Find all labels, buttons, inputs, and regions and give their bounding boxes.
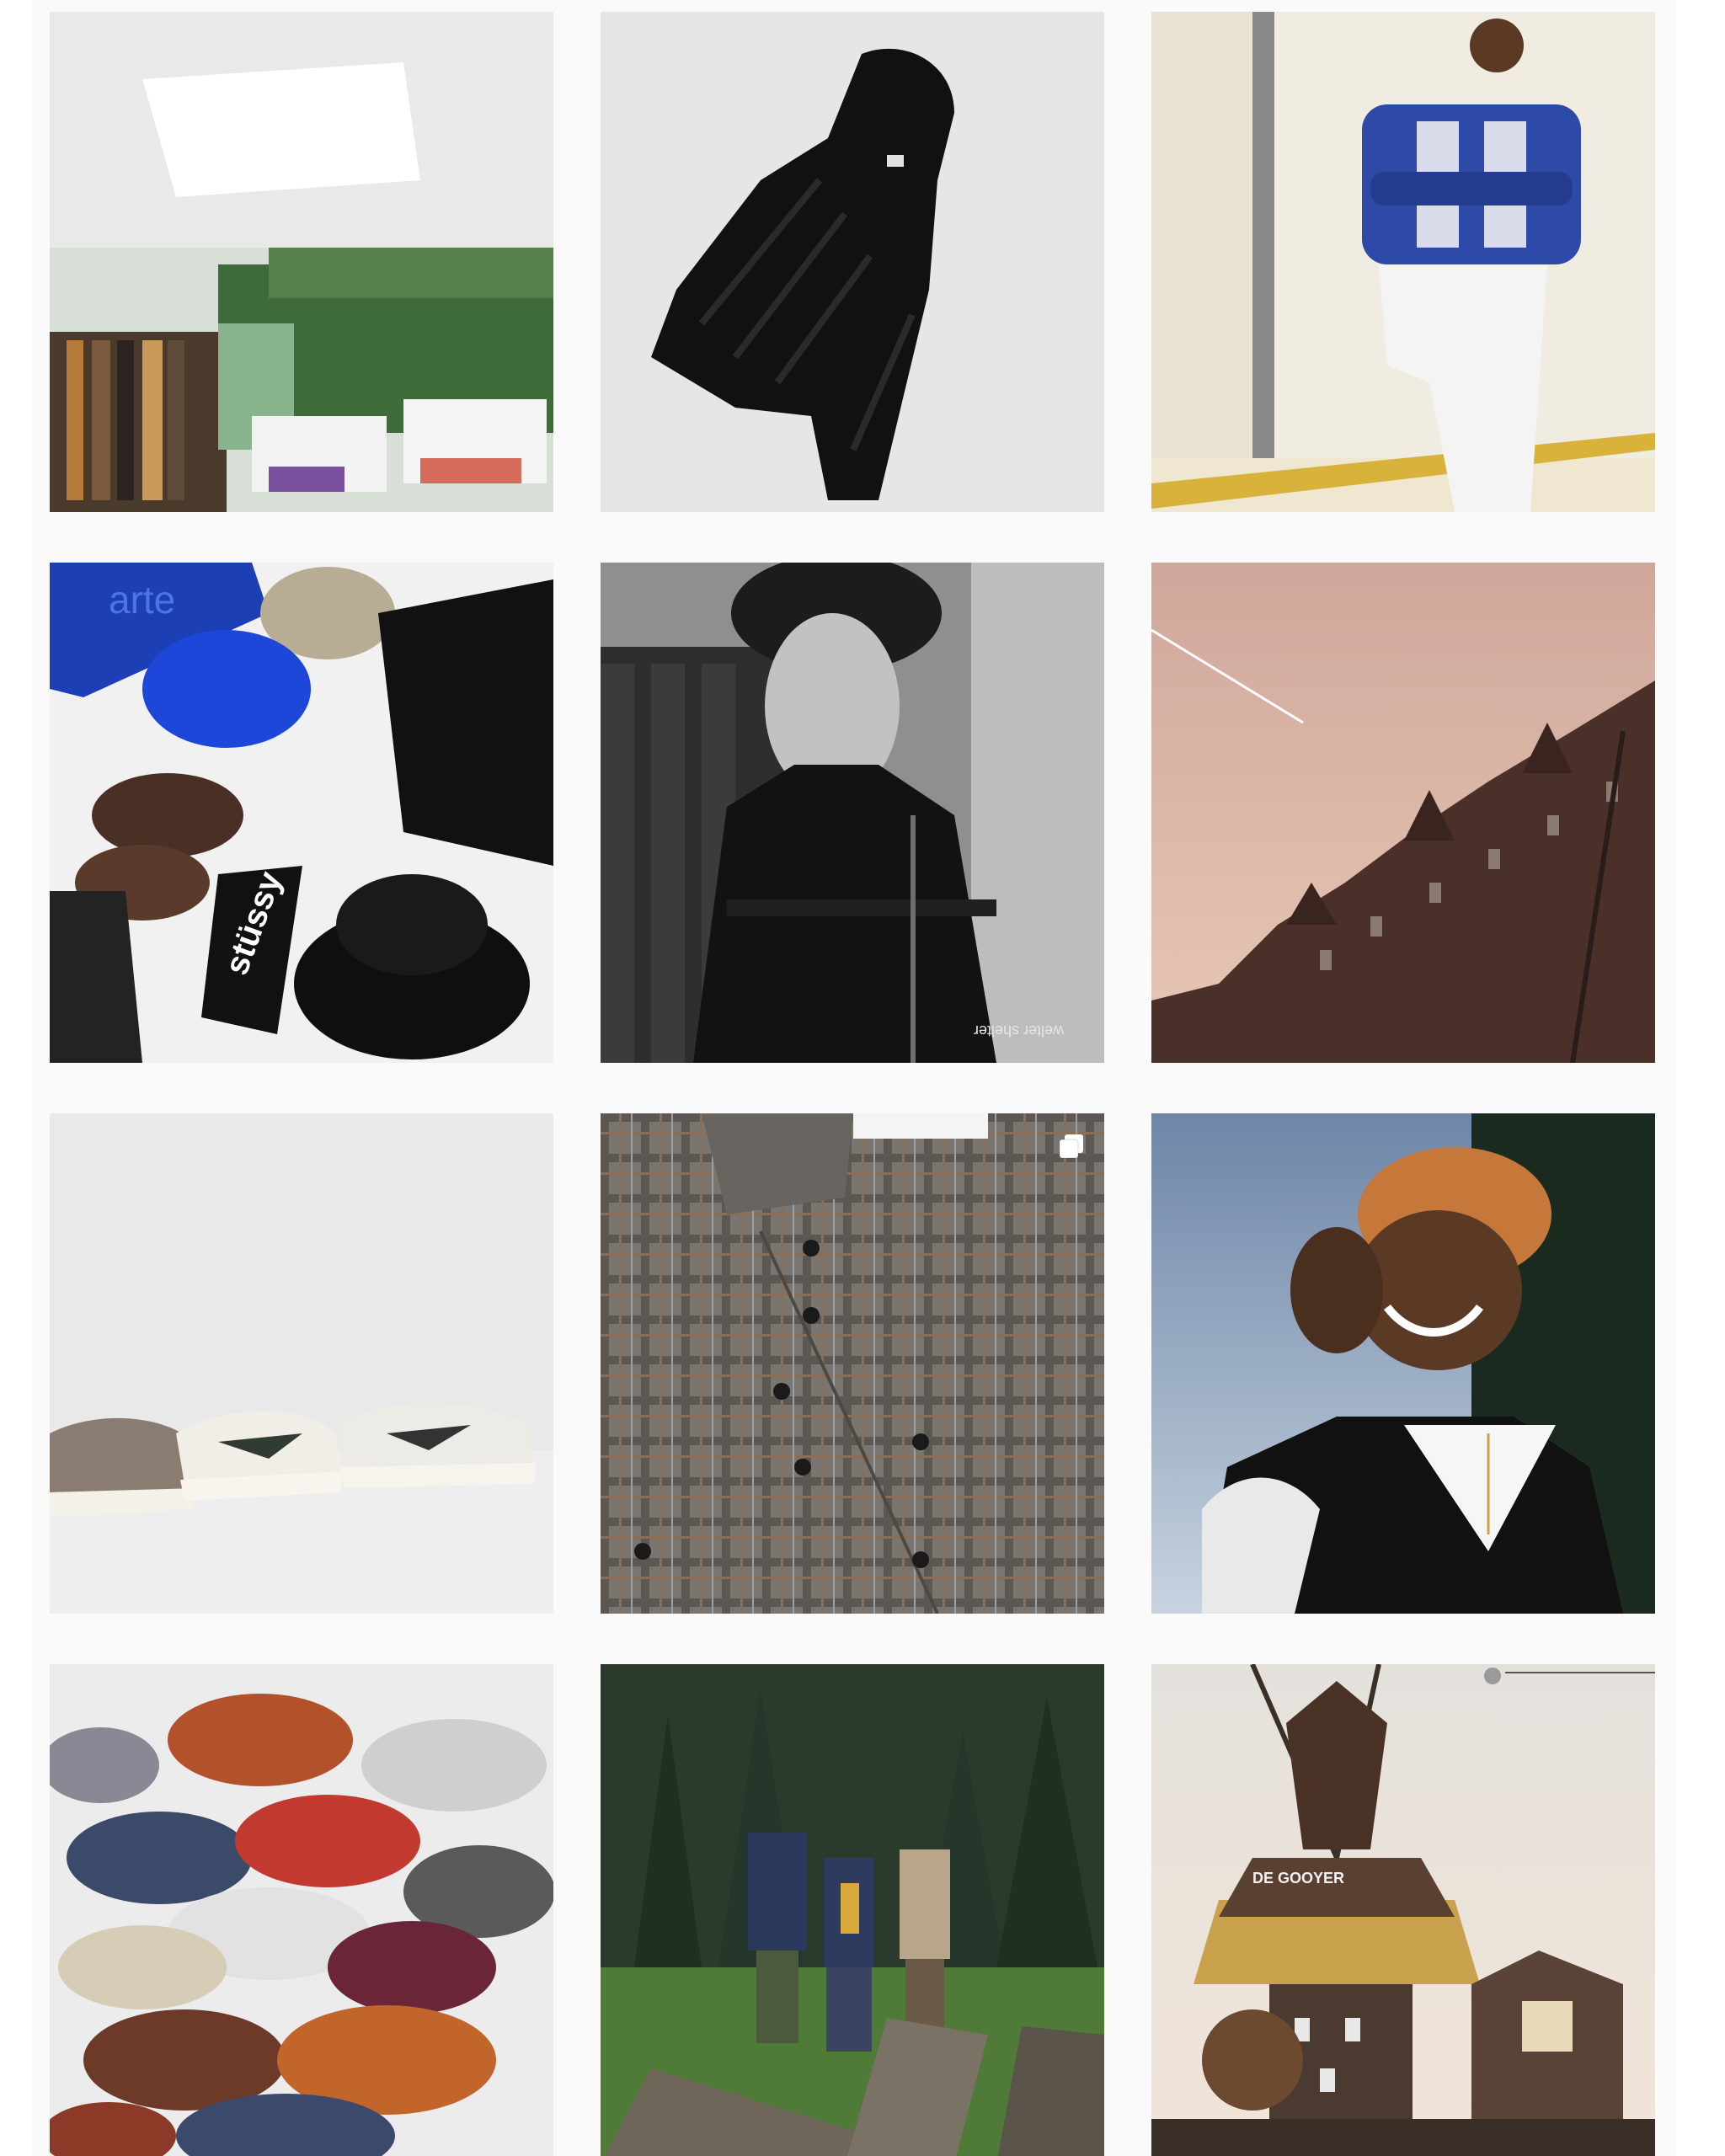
post-image-store-interior xyxy=(50,12,553,512)
post-image-flat-lay-accessories: arte stüssy xyxy=(50,563,553,1063)
jacket-text: welter shelter xyxy=(974,1022,1065,1039)
page: arte stüssy welter shelter DE GOOYER xyxy=(0,0,1725,2156)
post-tile-10[interactable] xyxy=(50,1664,553,2156)
post-image-black-puffer-jacket xyxy=(601,12,1104,512)
multiple-photos-icon xyxy=(1059,1134,1083,1159)
post-image-model-orange-beanie xyxy=(1151,1113,1655,1614)
post-image-sneaker-pile xyxy=(50,1664,553,2156)
post-image-model-blue-cardigan xyxy=(1151,12,1655,512)
post-tile-1[interactable] xyxy=(50,12,553,512)
post-tile-5[interactable]: welter shelter xyxy=(601,563,1104,1063)
post-tile-11[interactable] xyxy=(601,1664,1104,2156)
post-tile-9[interactable] xyxy=(1151,1113,1655,1614)
post-image-plaid-overshirt xyxy=(601,1113,1104,1614)
post-tile-7[interactable] xyxy=(50,1113,553,1614)
post-tile-3[interactable] xyxy=(1151,12,1655,512)
post-image-sneakers-row xyxy=(50,1113,553,1614)
post-image-model-black-beanie: welter shelter xyxy=(601,563,1104,1063)
post-tile-12[interactable]: DE GOOYER xyxy=(1151,1664,1655,2156)
scarf-text: arte xyxy=(109,578,175,622)
post-tile-2[interactable] xyxy=(601,12,1104,512)
post-image-canal-houses xyxy=(1151,563,1655,1063)
post-tile-6[interactable] xyxy=(1151,563,1655,1063)
post-image-forest-walk xyxy=(601,1664,1104,2156)
post-image-windmill: DE GOOYER xyxy=(1151,1664,1655,2156)
post-tile-8[interactable] xyxy=(601,1113,1104,1614)
sign-text: DE GOOYER xyxy=(1252,1870,1344,1886)
post-tile-4[interactable]: arte stüssy xyxy=(50,563,553,1063)
profile-post-grid: arte stüssy welter shelter DE GOOYER xyxy=(31,0,1676,2156)
